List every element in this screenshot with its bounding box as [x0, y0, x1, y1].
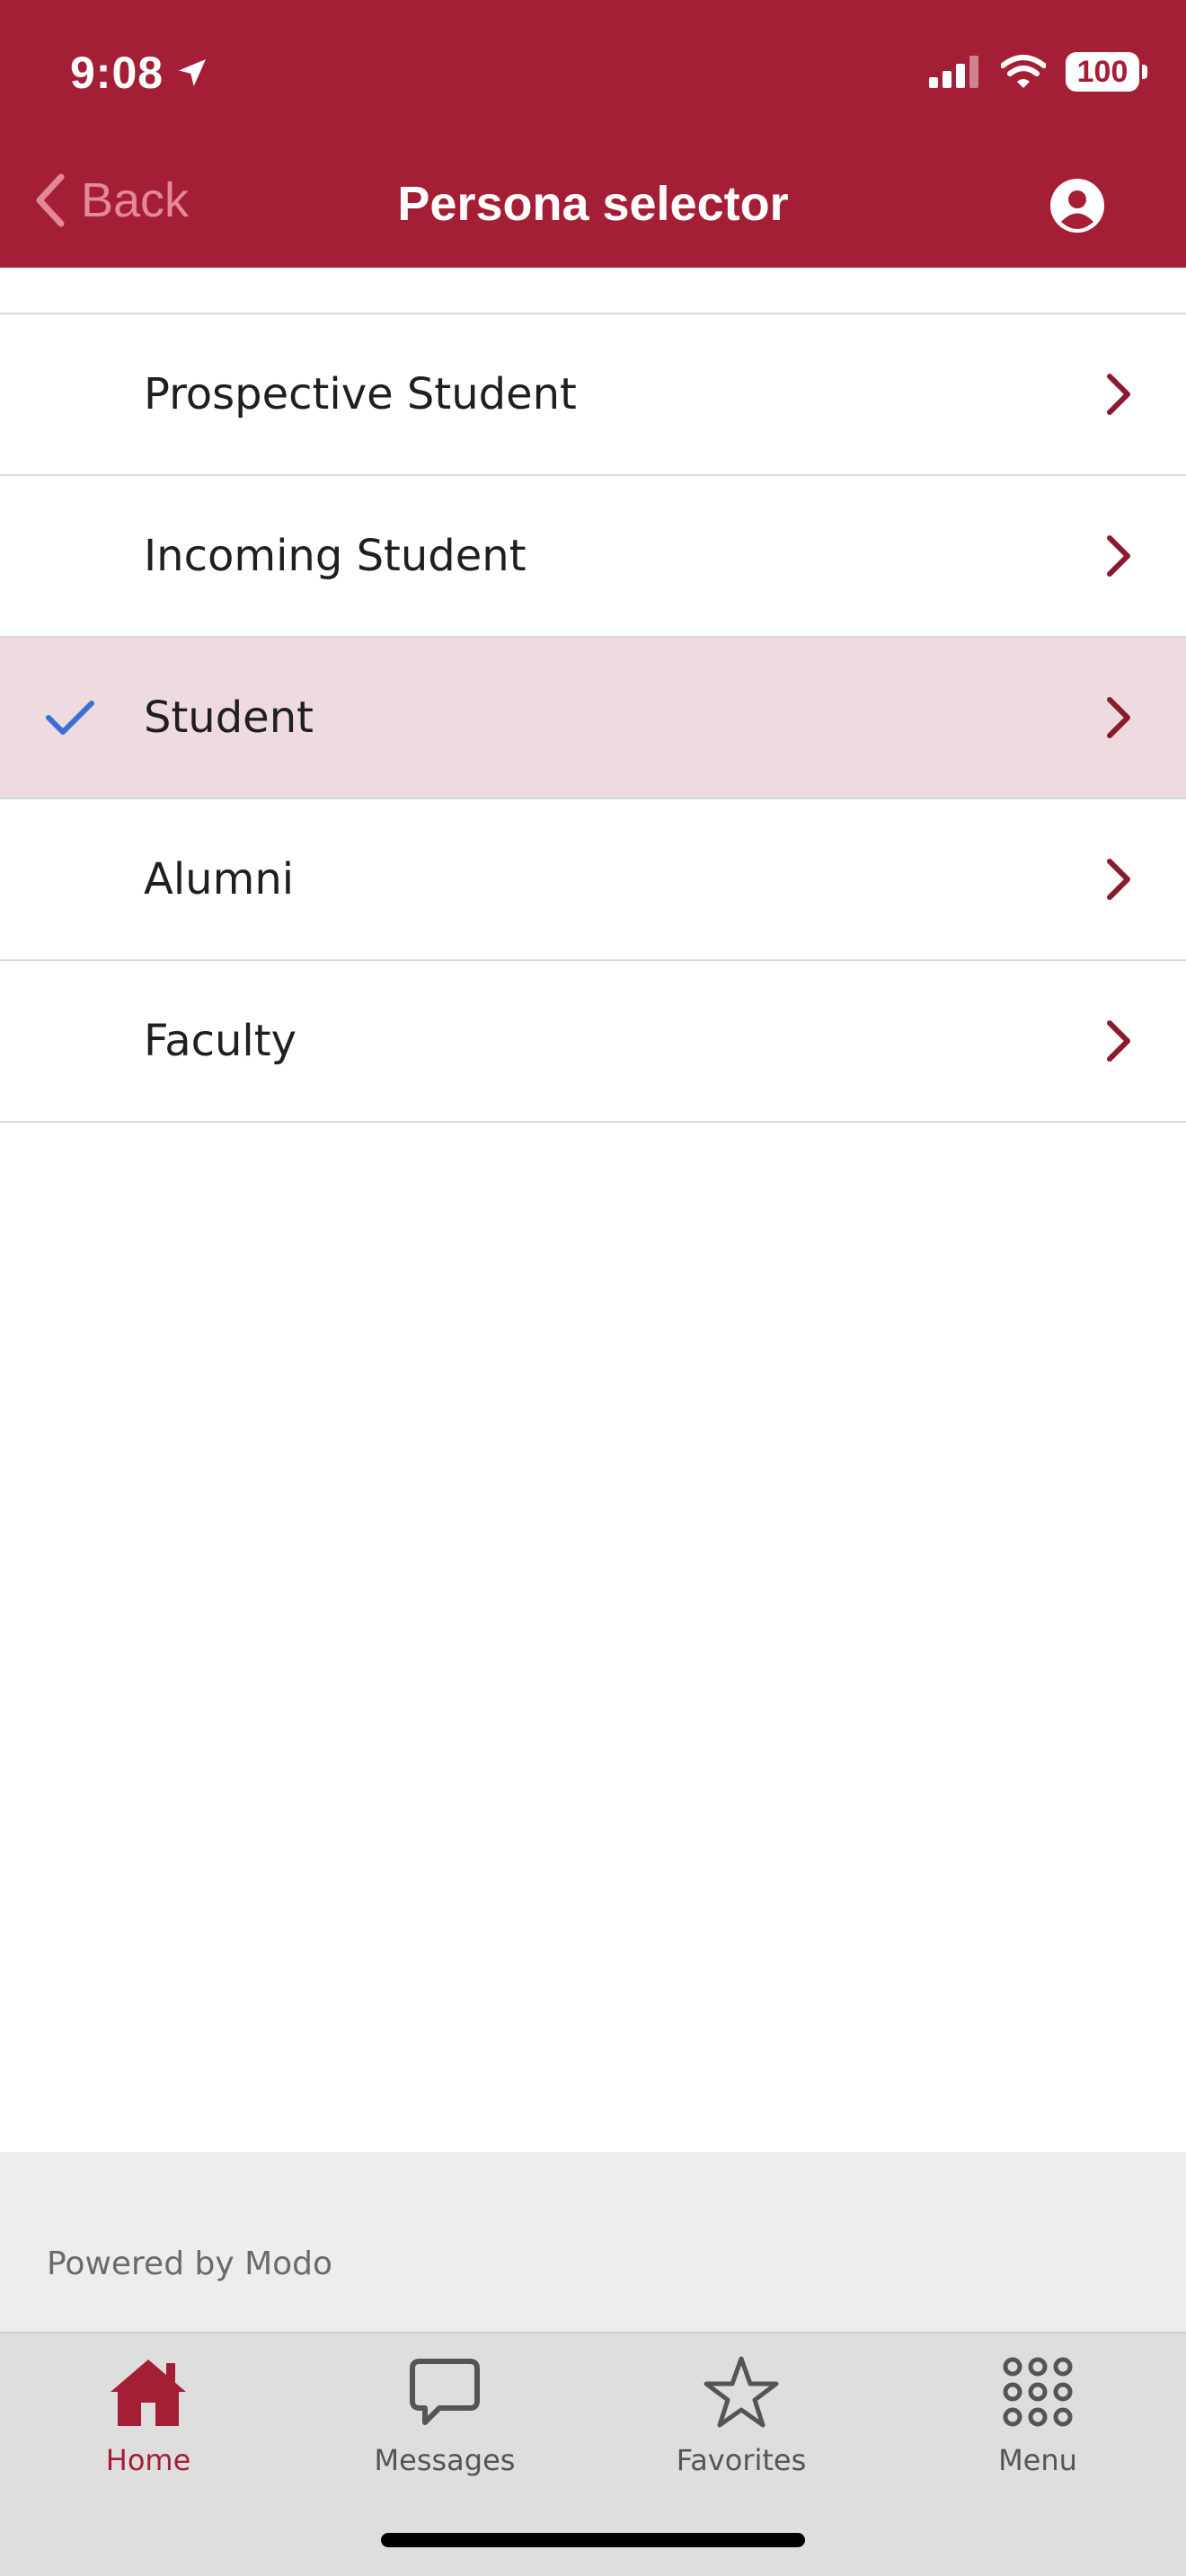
top-bar: 9:08 100 Back Persona selector [0, 0, 1186, 268]
status-time: 9:08 [70, 47, 210, 99]
user-circle-icon [1050, 179, 1104, 233]
status-time-text: 9:08 [70, 48, 164, 98]
chevron-right-icon [1107, 859, 1130, 900]
tab-label: Favorites [676, 2443, 807, 2477]
checkmark-icon [46, 701, 94, 735]
persona-label: Faculty [144, 1016, 296, 1066]
messages-icon [410, 2359, 480, 2425]
persona-label: Prospective Student [144, 369, 577, 419]
home-icon [111, 2360, 186, 2426]
persona-row-incoming-student[interactable]: Incoming Student [0, 476, 1186, 638]
tab-messages[interactable]: Messages [296, 2351, 593, 2486]
chevron-right-icon [1107, 374, 1130, 415]
powered-by-text: Powered by Modo [47, 2245, 333, 2282]
footer: Powered by Modo [0, 2152, 1186, 2332]
account-button[interactable] [1049, 178, 1105, 238]
status-indicators: 100 [929, 52, 1147, 92]
battery-level: 100 [1076, 54, 1128, 89]
persona-label: Student [144, 693, 314, 743]
tab-menu[interactable]: Menu [890, 2351, 1186, 2486]
persona-list: Prospective Student Incoming Student Stu… [0, 268, 1186, 1123]
chevron-right-icon [1107, 535, 1130, 577]
persona-label: Incoming Student [144, 531, 527, 581]
grid-icon [1003, 2357, 1073, 2427]
persona-row-alumni[interactable]: Alumni [0, 799, 1186, 961]
location-arrow-icon [179, 59, 207, 86]
tab-favorites[interactable]: Favorites [593, 2351, 890, 2486]
persona-row-faculty[interactable]: Faculty [0, 961, 1186, 1123]
chevron-right-icon [1107, 697, 1130, 738]
persona-label: Alumni [144, 854, 295, 904]
tab-home[interactable]: Home [0, 2351, 296, 2486]
tab-label: Menu [998, 2443, 1077, 2477]
list-top-spacer [0, 268, 1186, 314]
tab-label: Messages [374, 2443, 516, 2477]
cellular-signal-icon [929, 56, 978, 88]
chevron-right-icon [1107, 1020, 1130, 1062]
battery-indicator: 100 [1066, 52, 1147, 92]
tab-bar: Home Messages Favorites Menu [0, 2332, 1186, 2576]
star-icon [704, 2356, 779, 2428]
home-indicator [381, 2533, 805, 2547]
persona-row-student[interactable]: Student [0, 638, 1186, 799]
persona-row-prospective-student[interactable]: Prospective Student [0, 314, 1186, 476]
page-title: Persona selector [397, 177, 789, 231]
tab-label: Home [105, 2443, 191, 2477]
wifi-icon [1001, 55, 1046, 88]
